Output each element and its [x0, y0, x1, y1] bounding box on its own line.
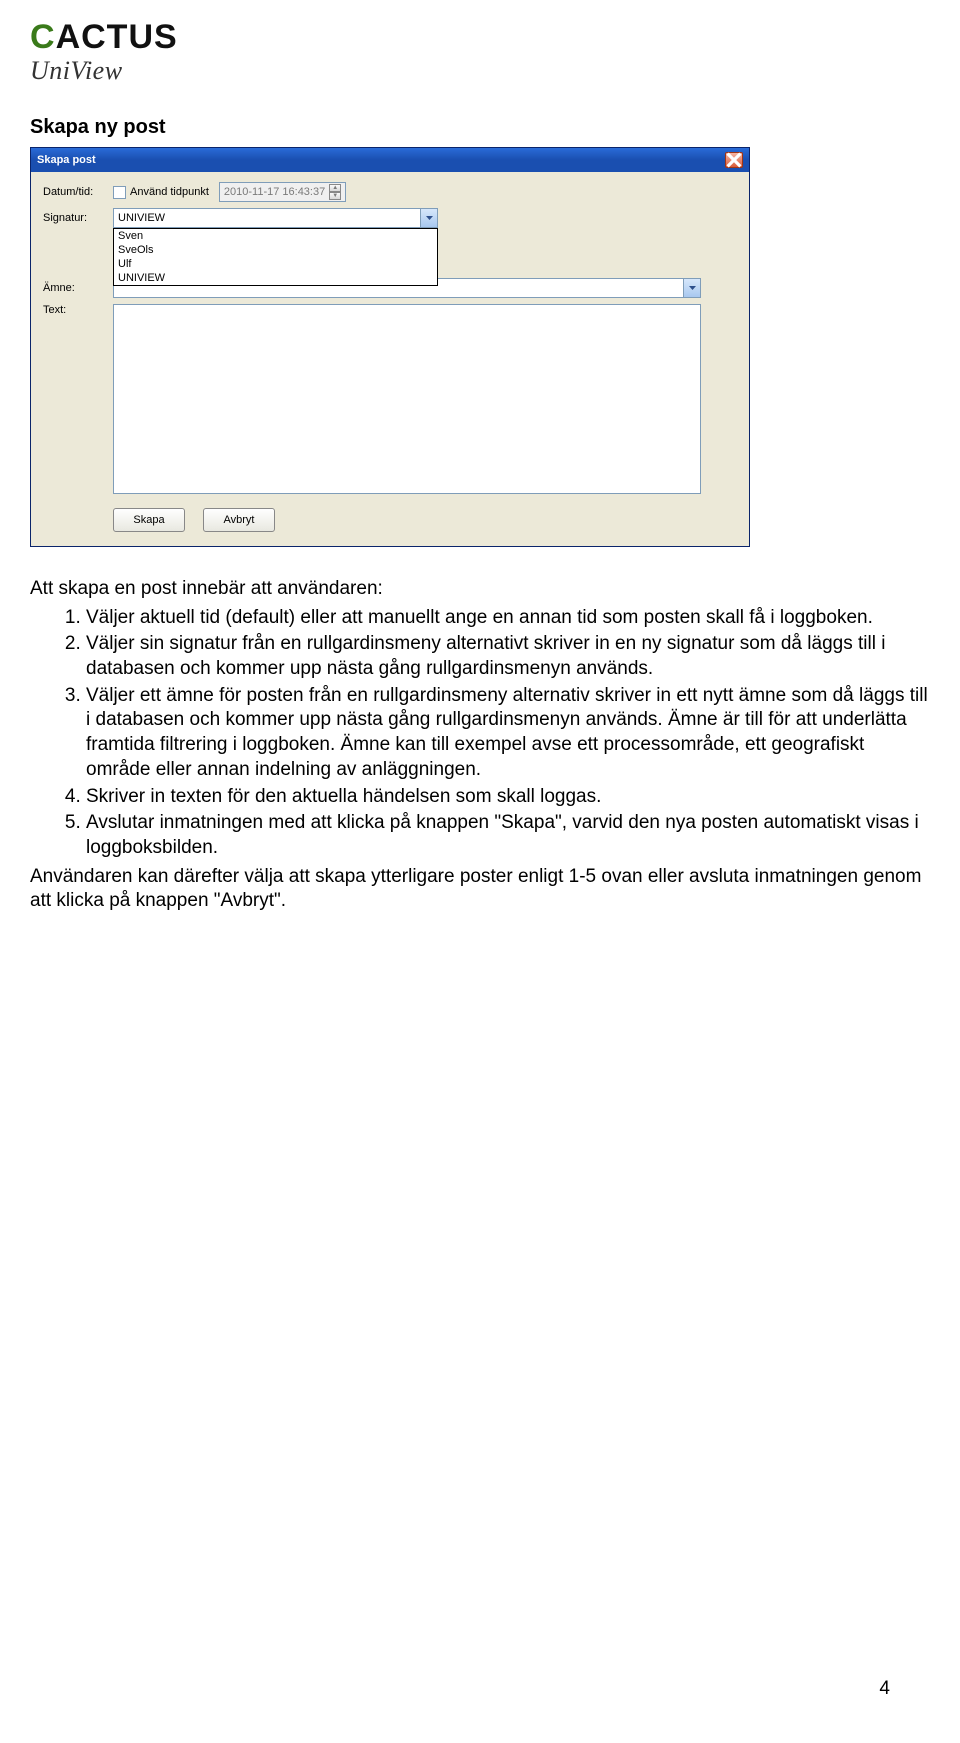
use-datetime-checkbox[interactable] [113, 186, 126, 199]
datetime-value: 2010-11-17 16:43:37 [224, 186, 325, 198]
dialog-title: Skapa post [37, 154, 96, 166]
intro-paragraph: Att skapa en post innebär att användaren… [30, 577, 930, 602]
label-datumtid: Datum/tid: [43, 186, 113, 198]
avbryt-button[interactable]: Avbryt [203, 508, 275, 532]
close-icon[interactable] [725, 152, 743, 168]
list-item: Skriver in texten för den aktuella hände… [86, 785, 930, 810]
outro-paragraph: Användaren kan därefter välja att skapa … [30, 865, 930, 914]
list-item: Väljer sin signatur från en rullgardinsm… [86, 632, 930, 681]
list-item: Väljer ett ämne för posten från en rullg… [86, 684, 930, 783]
signatur-option[interactable]: SveOls [114, 243, 437, 257]
label-amne: Ämne: [43, 282, 113, 294]
chevron-down-icon[interactable] [420, 209, 437, 227]
document-body: Att skapa en post innebär att användaren… [30, 577, 930, 914]
text-textarea[interactable] [113, 304, 701, 494]
skapa-button[interactable]: Skapa [113, 508, 185, 532]
signatur-option[interactable]: Ulf [114, 257, 437, 271]
spinner-up-icon[interactable]: ▲ [329, 184, 341, 192]
signatur-option[interactable]: UNIVIEW [114, 271, 437, 285]
list-item: Väljer aktuell tid (default) eller att m… [86, 606, 930, 631]
label-signatur: Signatur: [43, 212, 113, 224]
signatur-selected: UNIVIEW [118, 212, 165, 224]
label-anvand-tidpunkt: Använd tidpunkt [130, 186, 209, 198]
signatur-combobox[interactable]: UNIVIEW Sven SveOls Ulf UNIVIEW [113, 208, 438, 228]
chevron-down-icon[interactable] [683, 279, 700, 297]
label-text: Text: [43, 304, 113, 316]
page-number: 4 [879, 1678, 890, 1700]
create-post-dialog: Skapa post Datum/tid: Använd tidpunkt 20… [30, 147, 750, 547]
dialog-titlebar: Skapa post [31, 148, 749, 172]
logo: CACTUS UniView [30, 20, 930, 86]
steps-list: Väljer aktuell tid (default) eller att m… [30, 606, 930, 861]
logo-top: CACTUS [30, 20, 930, 54]
signatur-dropdown-list: Sven SveOls Ulf UNIVIEW [113, 228, 438, 286]
logo-bottom: UniView [30, 56, 930, 86]
list-item: Avslutar inmatningen med att klicka på k… [86, 811, 930, 860]
signatur-option[interactable]: Sven [114, 229, 437, 243]
spinner-down-icon[interactable]: ▼ [329, 192, 341, 200]
datetime-field[interactable]: 2010-11-17 16:43:37 ▲ ▼ [219, 182, 346, 202]
section-heading: Skapa ny post [30, 116, 930, 139]
